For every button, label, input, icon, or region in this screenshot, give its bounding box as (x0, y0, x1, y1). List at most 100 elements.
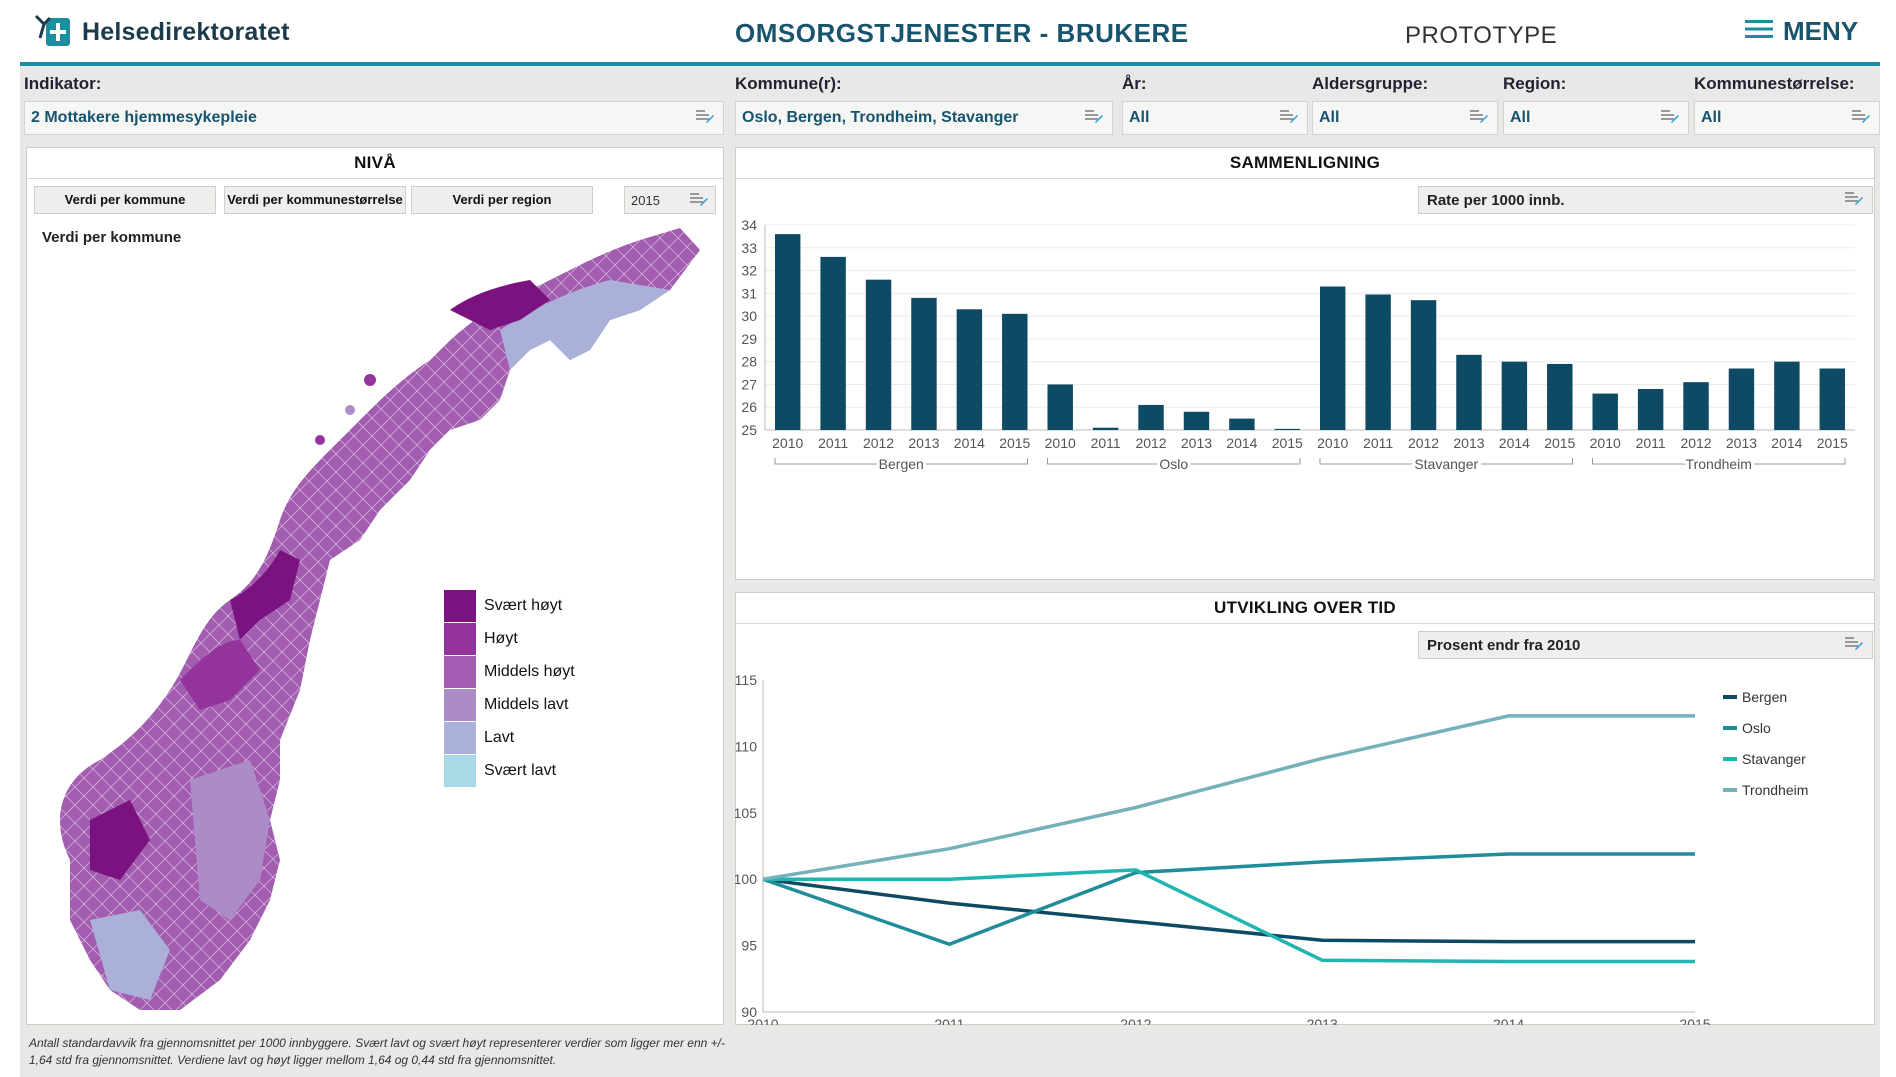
line-stavanger[interactable] (763, 868, 1695, 964)
bar-bergen-2013[interactable] (911, 297, 937, 430)
bar-stavanger-2011[interactable] (1365, 294, 1391, 430)
bar-trondheim-2014[interactable] (1774, 361, 1800, 430)
x-tick-label: 2014 (1226, 435, 1257, 451)
filter-aldersgruppe: Aldersgruppe: All (1312, 74, 1498, 135)
filter-dropdown[interactable]: All (1503, 101, 1689, 135)
year-dropdown[interactable]: 2015 (624, 186, 716, 214)
bar-bergen-2010[interactable] (774, 234, 801, 430)
bar-stavanger-2013[interactable] (1456, 354, 1482, 430)
bar-trondheim-2015[interactable] (1819, 368, 1846, 431)
menu-button[interactable]: MENY (1745, 16, 1858, 47)
x-tick-label: 2015 (999, 435, 1030, 451)
filter-region: Region: All (1503, 74, 1689, 135)
legend-label-oslo: Oslo (1742, 720, 1771, 736)
hamburger-icon (1745, 19, 1773, 44)
measure-value: Rate per 1000 innb. (1427, 191, 1565, 209)
filter-label: År: (1122, 74, 1147, 93)
panel-title: NIVÅ (27, 148, 723, 179)
x-tick-label: 2010 (1590, 435, 1621, 451)
bar-bergen-2011[interactable] (820, 256, 846, 430)
bar-trondheim-2011[interactable] (1637, 389, 1664, 430)
filter-kommune: Kommune(r): Oslo, Bergen, Trondheim, Sta… (735, 74, 1113, 135)
bar-stavanger-2010[interactable] (1319, 286, 1346, 431)
line-bergen[interactable] (762, 877, 1695, 944)
legend-swatch (1723, 788, 1737, 792)
bar-stavanger-2012[interactable] (1410, 300, 1437, 430)
x-tick-label: 2015 (1679, 1016, 1710, 1025)
bar-stavanger-2014[interactable] (1501, 361, 1528, 430)
bar-trondheim-2012[interactable] (1683, 382, 1709, 430)
map-legend-item: Middels høyt (444, 656, 575, 688)
map-legend-item: Svært høyt (444, 590, 562, 622)
legend-swatch (444, 656, 476, 688)
filter-label: Aldersgruppe: (1312, 74, 1429, 93)
panel-title: UTVIKLING OVER TID (736, 593, 1874, 624)
bar-trondheim-2013[interactable] (1728, 368, 1755, 431)
x-tick-label: 2014 (1493, 1016, 1524, 1025)
bar-oslo-2012[interactable] (1138, 404, 1164, 430)
year-value: 2015 (631, 192, 660, 208)
bar-stavanger-2015[interactable] (1547, 363, 1573, 430)
filter-dropdown[interactable]: 2 Mottakere hjemmesykepleie (24, 101, 724, 135)
measure-dropdown[interactable]: Prosent endr fra 2010 (1418, 631, 1873, 659)
map-legend-item: Middels lavt (444, 689, 568, 721)
group-label-oslo: Oslo (1159, 456, 1188, 472)
y-tick-label: 29 (741, 331, 757, 347)
map-island (345, 405, 355, 415)
verdi-per-kommunestorrelse-button[interactable]: Verdi per kommunestørrelse (224, 186, 406, 214)
bar-bergen-2012[interactable] (865, 279, 892, 430)
group-label-stavanger: Stavanger (1414, 456, 1478, 472)
y-tick-label: 105 (735, 805, 757, 821)
dropdown-icon (695, 108, 715, 129)
legend-label-stavanger: Stavanger (1742, 751, 1806, 767)
filter-ar: År: All (1122, 74, 1308, 135)
filter-label: Kommunestørrelse: (1694, 74, 1855, 93)
panel-title: SAMMENLIGNING (736, 148, 1874, 179)
x-tick-label: 2015 (1544, 435, 1575, 451)
x-tick-label: 2011 (934, 1016, 964, 1025)
filter-value: All (1319, 109, 1340, 126)
bar-trondheim-2010[interactable] (1592, 393, 1618, 430)
dropdown-icon (689, 191, 709, 210)
map-island (315, 435, 325, 445)
filter-indikator: Indikator: 2 Mottakere hjemmesykepleie (24, 74, 724, 135)
x-tick-label: 2013 (908, 435, 939, 451)
filter-dropdown[interactable]: All (1694, 101, 1880, 135)
filter-dropdown[interactable]: All (1312, 101, 1498, 135)
bar-oslo-2014[interactable] (1229, 418, 1255, 430)
norway-map[interactable] (30, 220, 720, 1020)
verdi-per-region-button[interactable]: Verdi per region (411, 186, 593, 214)
helsedirektoratet-logo[interactable]: Helsedirektoratet (34, 12, 290, 53)
bar-oslo-2010[interactable] (1047, 384, 1073, 430)
y-tick-label: 27 (741, 376, 757, 392)
bar-oslo-2015[interactable] (1274, 428, 1301, 430)
legend-label: Middels høyt (484, 663, 575, 680)
bar-bergen-2014[interactable] (956, 309, 983, 430)
y-tick-label: 25 (741, 422, 757, 438)
y-tick-label: 110 (735, 738, 757, 754)
x-tick-label: 2011 (1091, 435, 1121, 451)
map-legend-item: Lavt (444, 722, 514, 754)
y-tick-label: 34 (741, 217, 757, 233)
x-tick-label: 2014 (954, 435, 985, 451)
sammenligning-bar-chart: 25 26 27 28 29 30 31 32 33 34 2010 2011 2012 2013 2014… (741, 217, 1855, 475)
filter-dropdown[interactable]: Oslo, Bergen, Trondheim, Stavanger (735, 101, 1113, 135)
verdi-per-kommune-button[interactable]: Verdi per kommune (34, 186, 216, 214)
map-region-norway[interactable] (60, 228, 700, 1010)
x-tick-label: 2012 (1408, 435, 1439, 451)
filter-value: All (1701, 109, 1722, 126)
x-tick-label: 2012 (1680, 435, 1711, 451)
dropdown-icon (1469, 108, 1489, 129)
x-tick-label: 2012 (1120, 1016, 1151, 1025)
x-tick-label: 2010 (772, 435, 803, 451)
bar-bergen-2015[interactable] (1002, 313, 1028, 430)
bar-oslo-2011[interactable] (1092, 427, 1119, 430)
measure-dropdown[interactable]: Rate per 1000 innb. (1418, 186, 1873, 214)
filter-label: Region: (1503, 74, 1567, 93)
filter-dropdown[interactable]: All (1122, 101, 1308, 135)
group-label-trondheim: Trondheim (1686, 456, 1752, 472)
x-tick-label: 2011 (818, 435, 848, 451)
x-tick-label: 2011 (1636, 435, 1666, 451)
y-tick-label: 100 (735, 871, 757, 887)
bar-oslo-2013[interactable] (1183, 411, 1210, 430)
